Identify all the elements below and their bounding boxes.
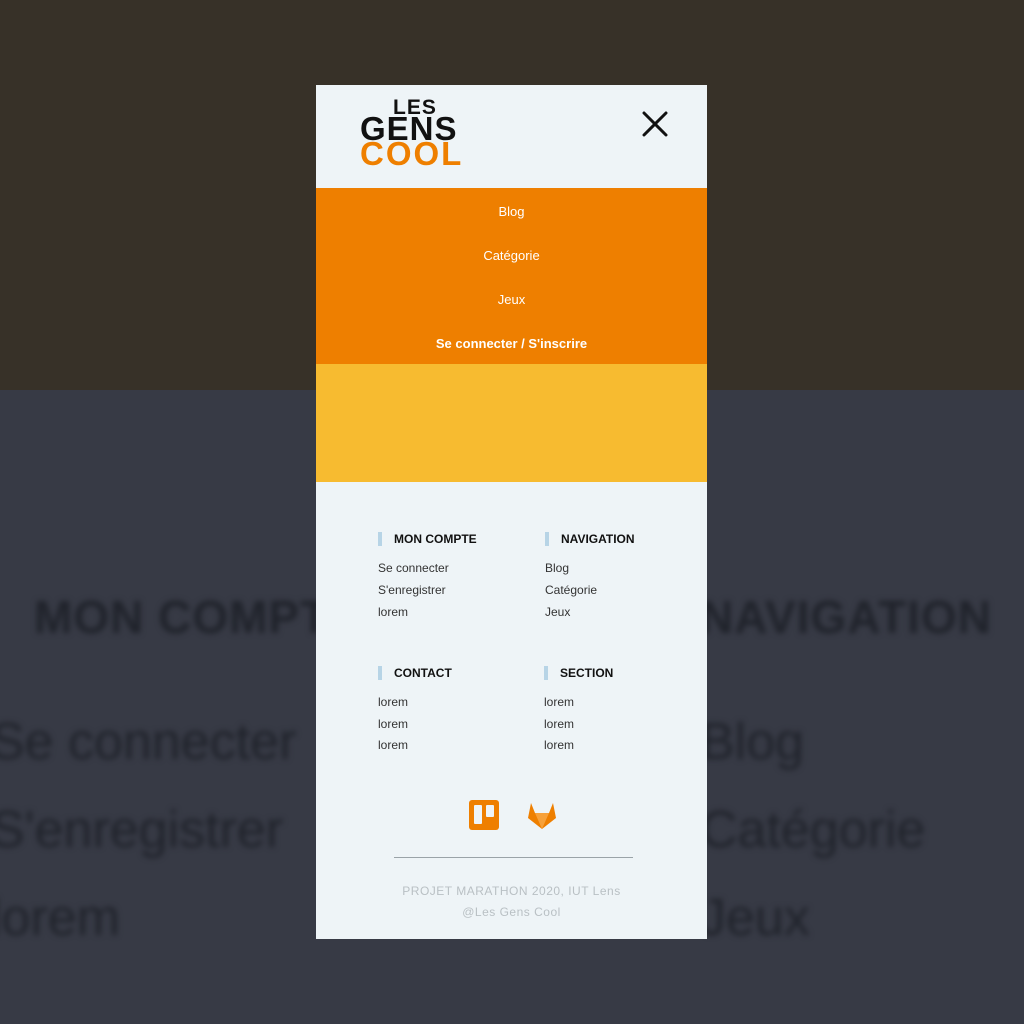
- footer-title-text: NAVIGATION: [561, 532, 635, 546]
- footer-link-lorem[interactable]: lorem: [378, 717, 408, 731]
- bg-link: Blog: [700, 713, 805, 771]
- trello-icon: [469, 800, 499, 830]
- footer-title-text: MON COMPTE: [394, 532, 477, 546]
- close-icon: [642, 111, 668, 137]
- menu-item-jeux[interactable]: Jeux: [316, 292, 707, 308]
- footer-title-navigation: NAVIGATION: [545, 532, 635, 546]
- menu-item-login[interactable]: Se connecter / S'inscrire: [316, 336, 707, 352]
- bg-link: lorem: [0, 889, 121, 947]
- title-bar: [378, 532, 382, 546]
- logo-line-3: COOL: [360, 135, 464, 172]
- footer-link-senregistrer[interactable]: S'enregistrer: [378, 583, 446, 597]
- bg-link: Se connecter: [0, 713, 297, 771]
- mobile-menu-panel: LES GENS COOL Blog Catégorie Jeux Se con…: [316, 85, 707, 939]
- title-bar: [544, 666, 548, 680]
- footer-link-lorem[interactable]: lorem: [378, 695, 408, 709]
- bg-link: S'enregistrer: [0, 801, 284, 859]
- gitlab-link[interactable]: [526, 799, 558, 831]
- footer-link-lorem[interactable]: lorem: [544, 738, 574, 752]
- bg-heading-mon-compte: MON COMPTE: [34, 591, 361, 643]
- gitlab-icon: [528, 803, 556, 829]
- trello-link[interactable]: [468, 799, 500, 831]
- footer-title-text: CONTACT: [394, 666, 452, 680]
- copyright-line-1: PROJET MARATHON 2020, IUT Lens: [402, 884, 621, 898]
- footer-link-lorem[interactable]: lorem: [544, 695, 574, 709]
- footer: MON COMPTE Se connecter S'enregistrer lo…: [316, 482, 707, 939]
- footer-link-categorie[interactable]: Catégorie: [545, 583, 597, 597]
- logo[interactable]: LES GENS COOL: [360, 97, 470, 172]
- menu-item-blog[interactable]: Blog: [316, 204, 707, 220]
- footer-title-mon-compte: MON COMPTE: [378, 532, 477, 546]
- main-menu: Blog Catégorie Jeux Se connecter / S'ins…: [316, 188, 707, 364]
- footer-title-contact: CONTACT: [378, 666, 452, 680]
- bg-link: Catégorie: [700, 801, 926, 859]
- footer-link-se-connecter[interactable]: Se connecter: [378, 561, 449, 575]
- footer-link-lorem[interactable]: lorem: [378, 738, 408, 752]
- footer-link-lorem[interactable]: lorem: [378, 605, 408, 619]
- footer-link-blog[interactable]: Blog: [545, 561, 569, 575]
- menu-header: LES GENS COOL: [316, 85, 707, 188]
- yellow-band: [316, 364, 707, 482]
- footer-link-lorem[interactable]: lorem: [544, 717, 574, 731]
- close-button[interactable]: [640, 109, 670, 139]
- footer-title-text: SECTION: [560, 666, 614, 680]
- footer-divider: [394, 857, 633, 858]
- menu-item-categorie[interactable]: Catégorie: [316, 248, 707, 264]
- bg-heading-navigation: NAVIGATION: [700, 591, 992, 643]
- title-bar: [378, 666, 382, 680]
- bg-link: Jeux: [700, 889, 810, 947]
- footer-link-jeux[interactable]: Jeux: [545, 605, 570, 619]
- footer-title-section: SECTION: [544, 666, 613, 680]
- copyright-line-2: @Les Gens Cool: [462, 905, 561, 919]
- title-bar: [545, 532, 549, 546]
